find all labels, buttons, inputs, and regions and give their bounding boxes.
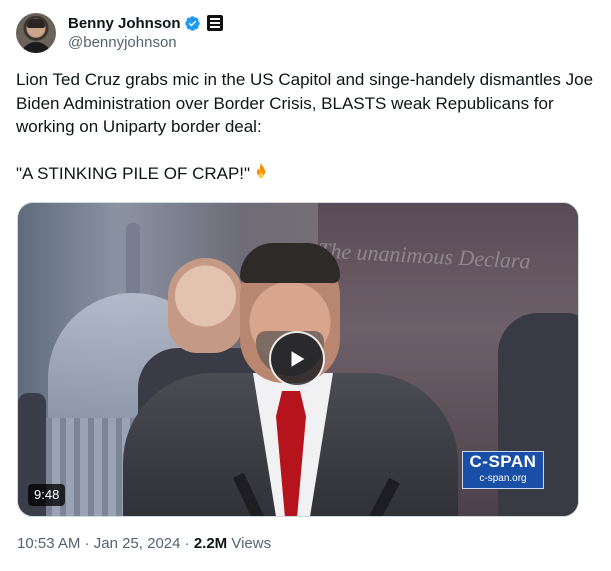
user-handle[interactable]: @bennyjohnson	[68, 33, 223, 53]
capitol-spire	[126, 223, 140, 298]
badge-line	[209, 18, 220, 20]
views-count[interactable]: 2.2M	[194, 535, 227, 552]
meta-separator: ·	[84, 535, 90, 552]
tweet: Benny Johnson @bennyjohnson Lion Ted Cru…	[0, 0, 611, 571]
cspan-watermark-logo: C-SPAN c-span.org	[462, 451, 544, 489]
speaker-hair	[240, 243, 340, 283]
fire-icon	[256, 162, 266, 179]
news-organization-badge-icon[interactable]	[206, 15, 223, 31]
tweet-meta: 10:53 AM · Jan 25, 2024 · 2.2M Views	[17, 534, 271, 554]
cspan-logo-name: C-SPAN	[469, 452, 537, 471]
badge-line	[209, 22, 220, 24]
author-names: Benny Johnson @bennyjohnson	[68, 13, 223, 53]
name-row: Benny Johnson	[68, 13, 223, 33]
video-player[interactable]: The unanimous Declara 9:48 C-SPAN c-span…	[17, 202, 579, 517]
tweet-header: Benny Johnson @bennyjohnson	[16, 11, 223, 55]
tweet-date[interactable]: Jan 25, 2024	[94, 535, 181, 552]
play-button[interactable]	[269, 331, 325, 387]
avatar-shirt	[20, 42, 52, 53]
display-name[interactable]: Benny Johnson	[68, 15, 181, 32]
tweet-text: Lion Ted Cruz grabs mic in the US Capito…	[16, 68, 601, 186]
tweet-time[interactable]: 10:53 AM	[17, 535, 80, 552]
person-back-head	[168, 258, 243, 353]
badge-lines	[209, 17, 220, 29]
avatar[interactable]	[16, 13, 56, 53]
avatar-hair	[27, 19, 45, 28]
badge-line	[209, 26, 220, 28]
video-duration: 9:48	[28, 484, 66, 506]
tweet-body: Lion Ted Cruz grabs mic in the US Capito…	[16, 70, 594, 183]
play-icon	[291, 351, 305, 367]
meta-separator: ·	[184, 535, 190, 552]
views-label: Views	[231, 535, 272, 552]
cspan-logo-url: c-span.org	[479, 473, 527, 484]
verified-badge-icon[interactable]	[184, 15, 201, 32]
